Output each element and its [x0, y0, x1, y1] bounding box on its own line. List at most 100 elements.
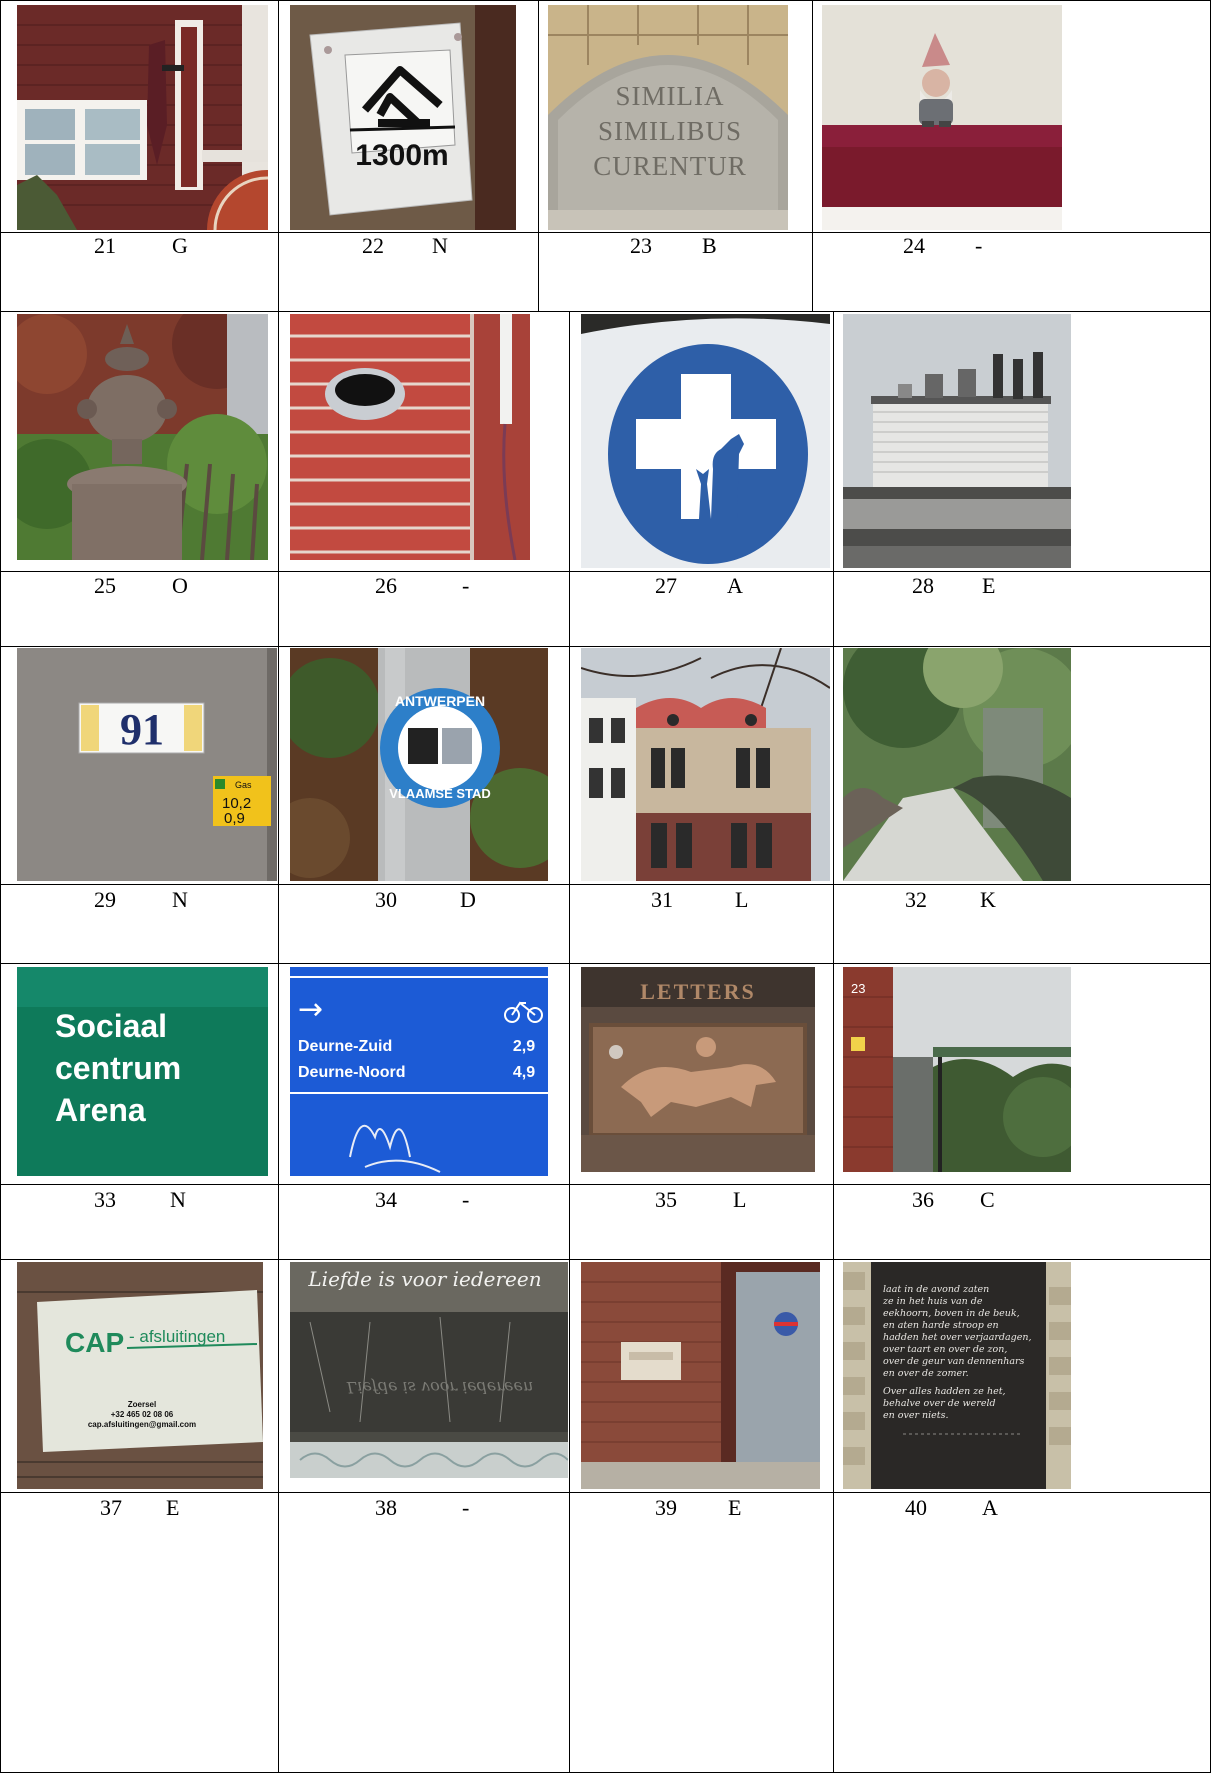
photo-25-stone-finial: [17, 314, 268, 560]
cell-22-letter: N: [432, 233, 448, 258]
house-number: 91: [120, 705, 164, 754]
plaque-town: Zoersel: [128, 1400, 156, 1409]
grid-line: [278, 0, 279, 1773]
photo-39-mail-slot-brick: [581, 1262, 820, 1489]
cell-26-number: 26: [375, 573, 397, 598]
cell-23-number: 23: [630, 233, 652, 258]
grid-line: [569, 311, 570, 1773]
sign-line-1: Sociaal: [55, 1008, 167, 1044]
cell-24-letter: -: [975, 233, 983, 258]
photo-35-letters-mailbox: LETTERS: [581, 967, 815, 1172]
cell-38-number: 38: [375, 1495, 397, 1520]
cell-30-number: 30: [375, 887, 397, 912]
alley-house-number: 23: [851, 981, 865, 996]
cell-24-number: 24: [903, 233, 925, 258]
svg-text:Liefde is voor iedereen: Liefde is voor iedereen: [346, 1378, 534, 1397]
route-destination-1: Deurne-Zuid: [298, 1038, 392, 1055]
art-text: Liefde is voor iedereen: [307, 1267, 541, 1291]
poem-line-1: laat in de avond zaten: [883, 1284, 989, 1295]
photo-33-sociaal-centrum-sign: Sociaal centrum Arena: [17, 967, 268, 1176]
cell-37-number: 37: [100, 1495, 122, 1520]
plaque-brand: CAP: [65, 1327, 124, 1358]
poem-line-3: eekhoorn, boven in de beuk,: [883, 1308, 1020, 1319]
route-distance-1: 2,9: [513, 1038, 535, 1055]
photo-26-wall-vent: [290, 314, 530, 560]
poem-line-11: en over niets.: [883, 1410, 949, 1421]
photo-24-garden-gnome: [822, 5, 1062, 230]
route-arrow-icon: →: [298, 992, 323, 1027]
cell-33-number: 33: [94, 1187, 116, 1212]
marker-bottom-value: 0,9: [224, 810, 245, 827]
cell-28-letter: E: [982, 573, 996, 598]
cell-23-letter: B: [702, 233, 717, 258]
poem-line-8: en over de zomer.: [883, 1368, 969, 1379]
cell-27-number: 27: [655, 573, 677, 598]
photo-27-vet-sign: [581, 314, 830, 568]
photo-28-chimneys: [843, 314, 1071, 568]
grid-line: [0, 963, 1211, 964]
sticker-bottom-text: VLAAMSE STAD: [389, 786, 491, 801]
cell-32-number: 32: [905, 887, 927, 912]
cell-25-letter: O: [172, 573, 188, 598]
photo-38-canal-reflection: Liefde is voor iedereen Liefde is voor i…: [290, 1262, 568, 1478]
grid-line: [0, 0, 1211, 1]
grid-line: [0, 646, 1211, 647]
route-destination-2: Deurne-Noord: [298, 1064, 406, 1081]
cell-21-letter: G: [172, 233, 188, 258]
cell-30-letter: D: [460, 887, 476, 912]
photo-21-brick-facade: [17, 5, 268, 230]
cell-21-number: 21: [94, 233, 116, 258]
grid-line: [538, 0, 539, 311]
cell-39-letter: E: [728, 1495, 742, 1520]
photo-puzzle-sheet: 1300m SIMILIA SIMILIBUS CURENTUR 21 G 22…: [0, 0, 1211, 1773]
plaque-suffix: - afsluitingen: [129, 1327, 225, 1346]
photo-37-cap-afsluitingen-plaque: CAP - afsluitingen Zoersel +32 465 02 08…: [17, 1262, 263, 1489]
photo-29-house-number: 91 Gas 10,2 0,9: [17, 648, 277, 881]
cell-38-letter: -: [462, 1495, 470, 1520]
grid-line: [0, 884, 1211, 885]
grid-line: [0, 232, 1211, 233]
poem-line-7: over de geur van dennenhars: [883, 1356, 1025, 1367]
grid-line: [0, 1492, 1211, 1493]
poem-line-6: over taart en over de zon,: [883, 1344, 1007, 1355]
grid-line: [0, 1184, 1211, 1185]
cell-29-letter: N: [172, 887, 188, 912]
distance-text: 1300m: [355, 139, 448, 172]
cell-25-number: 25: [94, 573, 116, 598]
route-distance-2: 4,9: [513, 1064, 535, 1081]
marker-label: Gas: [235, 780, 252, 790]
cell-35-number: 35: [655, 1187, 677, 1212]
cell-31-letter: L: [735, 887, 749, 912]
photo-40-poem-board: laat in de avond zaten ze in het huis va…: [843, 1262, 1071, 1489]
inscription-line-3: CURENTUR: [593, 151, 747, 181]
cell-28-number: 28: [912, 573, 934, 598]
poem-line-4: en aten harde stroop en: [883, 1320, 999, 1331]
photo-34-bike-route-sign: → Deurne-Zuid 2,9 Deurne-Noord 4,9: [290, 967, 548, 1176]
photo-32-garden-path: [843, 648, 1071, 881]
cell-26-letter: -: [462, 573, 470, 598]
grid-line: [0, 1259, 1211, 1260]
poem-line-10: behalve over de wereld: [883, 1398, 996, 1409]
cell-39-number: 39: [655, 1495, 677, 1520]
photo-36-side-alley: 23: [843, 967, 1071, 1172]
poem-line-2: ze in het huis van de: [882, 1296, 983, 1307]
cell-27-letter: A: [727, 573, 743, 598]
plaque-email: cap.afsluitingen@gmail.com: [88, 1420, 196, 1429]
cell-40-number: 40: [905, 1495, 927, 1520]
cell-33-letter: N: [170, 1187, 186, 1212]
mailbox-label: LETTERS: [640, 979, 756, 1004]
poem-line-5: hadden het over verjaardagen,: [883, 1332, 1031, 1343]
sticker-top-text: ANTWERPEN: [395, 693, 485, 709]
grid-line: [812, 0, 813, 311]
cell-31-number: 31: [651, 887, 673, 912]
poem-line-9: Over alles hadden ze het,: [883, 1386, 1006, 1397]
grid-line: [833, 311, 834, 1773]
cell-32-letter: K: [980, 887, 996, 912]
grid-line: [0, 0, 1, 1773]
plaque-phone: +32 465 02 08 06: [111, 1410, 174, 1419]
cell-40-letter: A: [982, 1495, 998, 1520]
inscription-line-1: SIMILIA: [616, 81, 725, 111]
grid-line: [0, 311, 1211, 312]
cell-35-letter: L: [733, 1187, 747, 1212]
photo-30-antwerpen-sticker: ANTWERPEN VLAAMSE STAD: [290, 648, 548, 881]
